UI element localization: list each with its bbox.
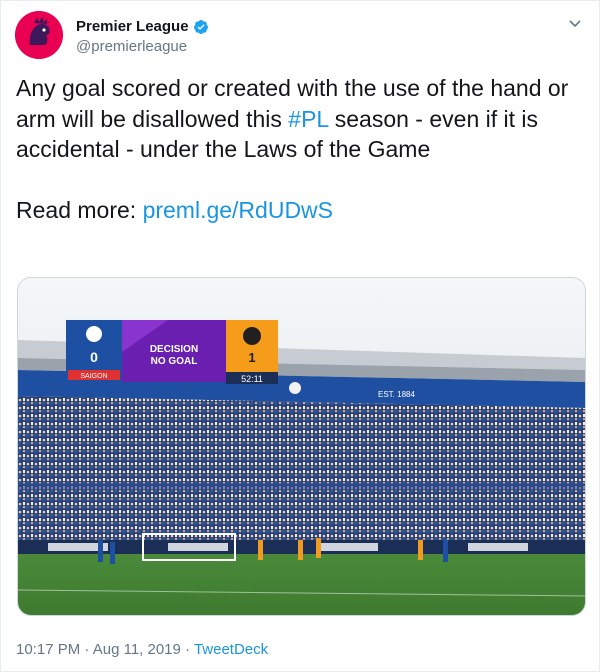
verified-badge-icon xyxy=(193,20,208,35)
sponsor-text: SAIGON xyxy=(80,373,107,380)
footer-separator: · xyxy=(180,641,194,658)
read-more-link[interactable]: preml.ge/RdUDwS xyxy=(143,197,333,223)
tweet-time[interactable]: 10:17 PM xyxy=(16,641,80,658)
tweet-text: Any goal scored or created with the use … xyxy=(16,73,586,225)
footer-separator: · xyxy=(80,641,93,658)
tweet-header: Premier League @premierleague xyxy=(15,11,585,61)
author-handle[interactable]: @premierleague xyxy=(76,37,209,57)
hashtag-link[interactable]: #PL xyxy=(288,106,328,132)
home-score: 0 xyxy=(90,349,98,365)
tweet-source-link[interactable]: TweetDeck xyxy=(194,641,268,658)
match-clock: 52:11 xyxy=(241,374,263,384)
tweet-media-photo[interactable]: EST. 1884 0 SAIGON DECISION NO GOAL 1 52… xyxy=(17,277,586,616)
tweet-footer: 10:17 PM · Aug 11, 2019 · TweetDeck xyxy=(16,641,268,658)
premier-league-lion-icon[interactable] xyxy=(15,11,63,59)
read-more-line: Read more: preml.ge/RdUDwS xyxy=(16,195,586,226)
scoreboard: 0 SAIGON DECISION NO GOAL 1 52:11 xyxy=(66,320,278,384)
read-more-label: Read more: xyxy=(16,196,143,223)
stadium-banner-text: EST. 1884 xyxy=(378,390,415,399)
tweet-date[interactable]: Aug 11, 2019 xyxy=(93,641,181,658)
chevron-down-icon[interactable] xyxy=(567,15,583,31)
tweet-card: Premier League @premierleague Any goal s… xyxy=(0,0,600,672)
decision-label: DECISION xyxy=(150,344,198,355)
away-score: 1 xyxy=(248,350,255,365)
author-display-name-row[interactable]: Premier League xyxy=(76,17,209,37)
club-crest-icon xyxy=(289,382,301,394)
decision-value: NO GOAL xyxy=(151,356,198,367)
author-display-name[interactable]: Premier League xyxy=(76,17,189,37)
author-names: Premier League @premierleague xyxy=(76,17,209,57)
stadium-photo: EST. 1884 0 SAIGON DECISION NO GOAL 1 52… xyxy=(18,278,585,615)
tweet-body: Any goal scored or created with the use … xyxy=(16,73,586,165)
